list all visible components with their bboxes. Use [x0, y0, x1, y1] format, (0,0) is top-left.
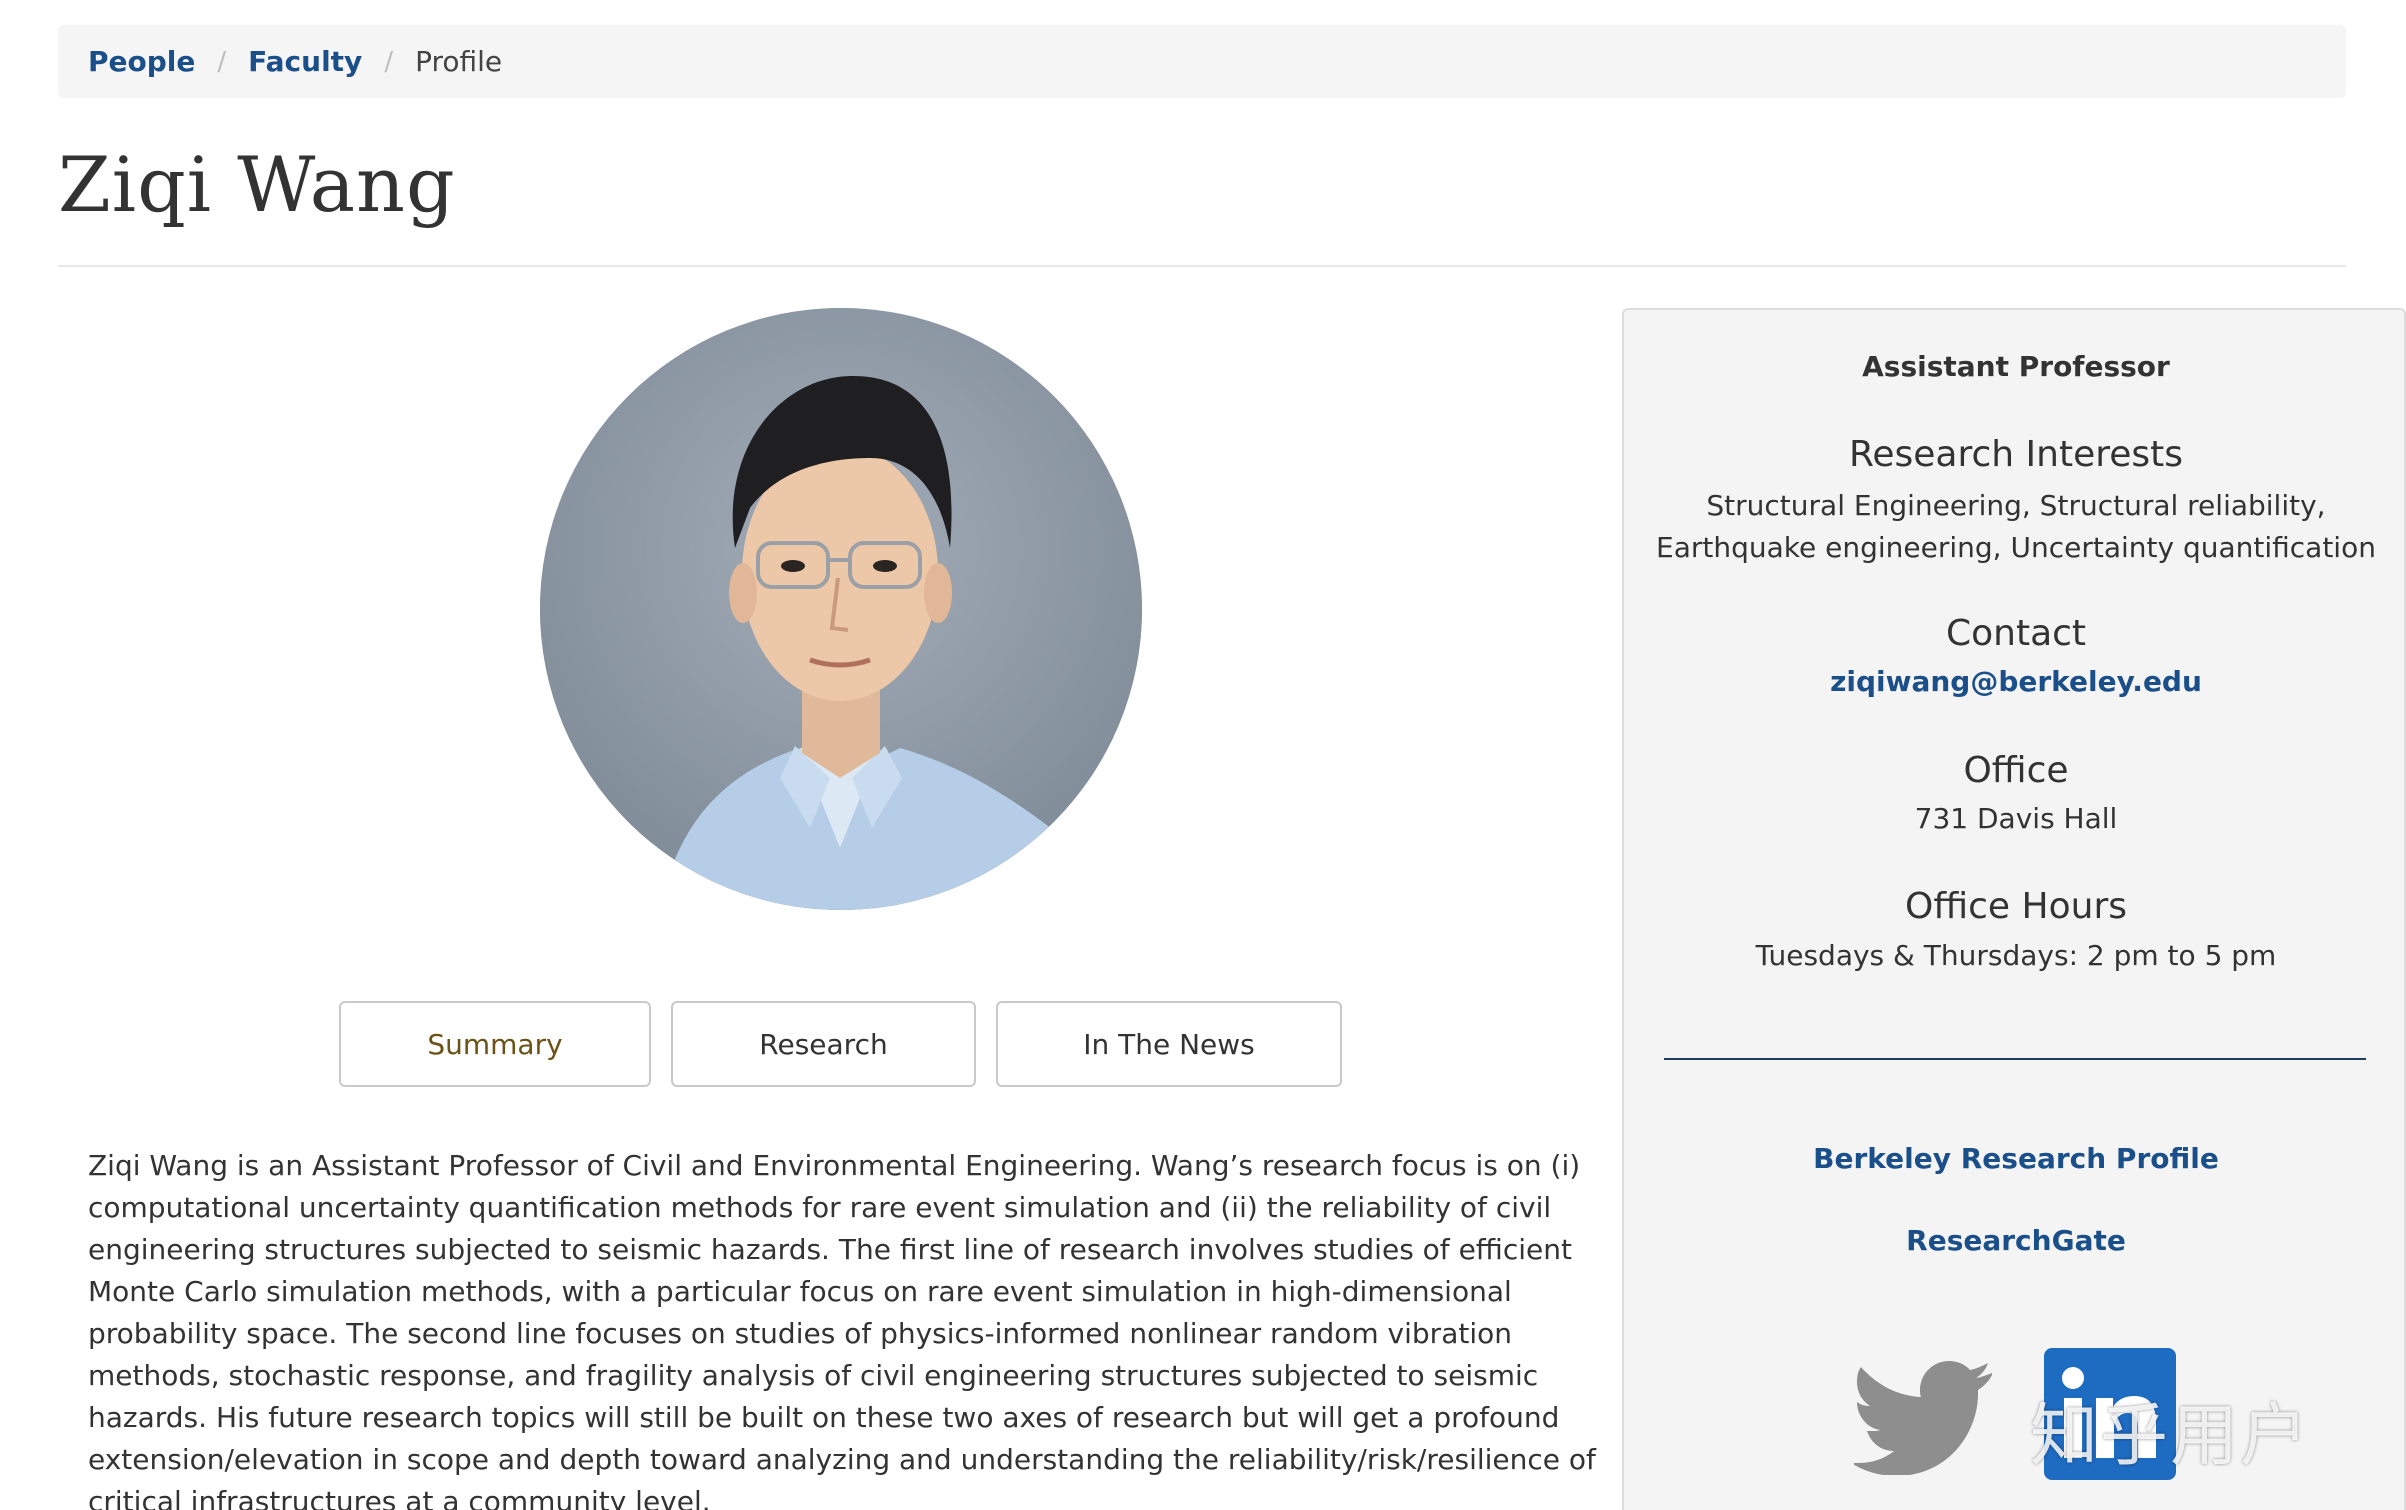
tab-in-the-news[interactable]: In The News [996, 1001, 1342, 1087]
office-heading: Office [1963, 750, 2069, 791]
profile-sidebar: Assistant Professor Research Interests S… [1622, 308, 2406, 1510]
contact-heading: Contact [1945, 613, 2087, 654]
office-hours-text: Tuesdays & Thursdays: 2 pm to 5 pm [1755, 939, 2277, 972]
research-interests-text: Structural Engineering, Structural relia… [1656, 489, 2376, 564]
page-title: Ziqi Wang [58, 140, 456, 229]
berkeley-profile-wrap: Berkeley Research Profile [1624, 1142, 2406, 1175]
watermark-text: 知乎用户 [2030, 1397, 2311, 1476]
contact-email-link[interactable]: ziqiwang@berkeley.edu [1830, 665, 2202, 698]
profile-page: People / Faculty / Profile Ziqi Wang Sum… [0, 0, 2406, 1510]
breadcrumb-current: Profile [415, 45, 503, 78]
breadcrumb-separator: / [384, 46, 394, 77]
berkeley-research-profile-link[interactable]: Berkeley Research Profile [1813, 1142, 2219, 1175]
breadcrumb: People / Faculty / Profile [58, 25, 2346, 98]
portrait-illustration [540, 308, 1142, 910]
breadcrumb-people-link[interactable]: People [88, 45, 195, 78]
researchgate-wrap: ResearchGate [1624, 1224, 2406, 1257]
sidebar-divider [1664, 1058, 2366, 1060]
contact-email-wrap: ziqiwang@berkeley.edu [1624, 665, 2406, 698]
tab-research[interactable]: Research [671, 1001, 976, 1087]
profile-photo [540, 308, 1142, 910]
office-hours-heading: Office Hours [1905, 886, 2127, 927]
breadcrumb-separator: / [217, 46, 227, 77]
research-interests-heading: Research Interests [1848, 434, 2184, 475]
faculty-role: Assistant Professor [1862, 350, 2170, 383]
office-text: 731 Davis Hall [1914, 802, 2118, 835]
tab-summary[interactable]: Summary [339, 1001, 651, 1087]
bio-text: Ziqi Wang is an Assistant Professor of C… [88, 1149, 1596, 1510]
researchgate-link[interactable]: ResearchGate [1906, 1224, 2126, 1257]
title-divider [58, 265, 2346, 267]
breadcrumb-faculty-link[interactable]: Faculty [248, 45, 362, 78]
twitter-icon[interactable] [1854, 1355, 1994, 1475]
